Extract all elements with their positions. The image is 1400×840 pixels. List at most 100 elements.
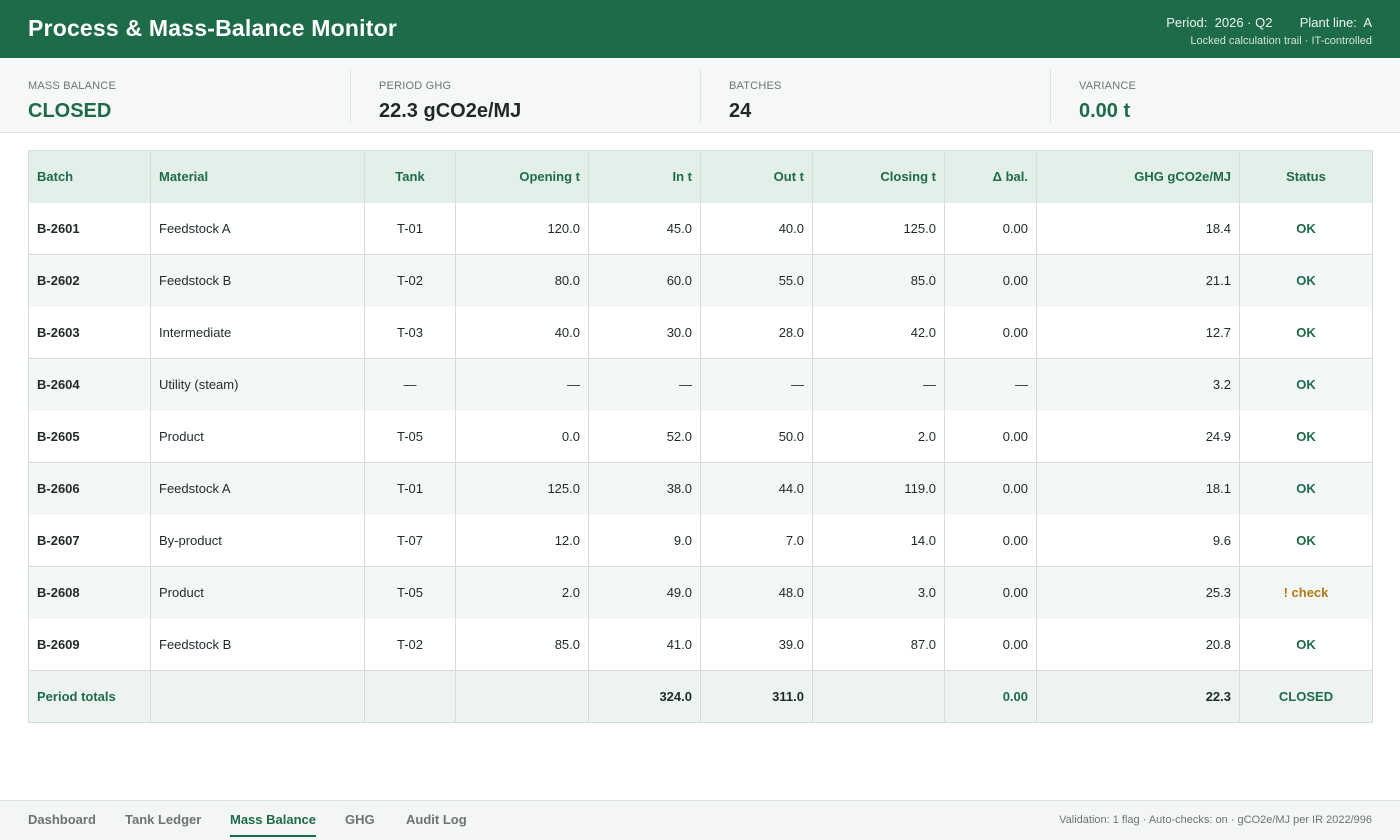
cell-material: Utility (steam) <box>150 358 365 411</box>
tab-audit-log[interactable]: Audit Log <box>406 812 467 835</box>
table-row[interactable]: B-2606 Feedstock A T-01 125.0 38.0 44.0 119.0 0… <box>28 462 1373 515</box>
cell-out: — <box>700 358 813 411</box>
kpi-value: 24 <box>729 100 752 122</box>
cell-material: Feedstock A <box>150 202 365 255</box>
cell-opening: — <box>455 358 589 411</box>
cell-in: 60.0 <box>588 254 701 307</box>
column-header-in[interactable]: In t <box>588 150 701 203</box>
column-header-batch[interactable]: Batch <box>28 150 151 203</box>
cell-material: By-product <box>150 514 365 567</box>
status-badge: OK <box>1239 618 1373 671</box>
kpi-period-ghg: PERIOD GHG 22.3 gCO2e/MJ <box>350 69 700 123</box>
status-badge[interactable]: ! check <box>1240 567 1373 619</box>
cell-tank: T-02 <box>364 618 456 671</box>
totals-out: 311.0 <box>700 670 813 723</box>
cell-tank: — <box>364 358 456 411</box>
cell-in: — <box>588 358 701 411</box>
tab-dashboard[interactable]: Dashboard <box>28 812 96 835</box>
cell-opening: 0.0 <box>455 410 589 463</box>
mass-balance-table: Batch Material Tank Opening t In t Out t… <box>28 150 1373 723</box>
column-header-tank[interactable]: Tank <box>364 150 456 203</box>
cell-opening: 85.0 <box>455 618 589 671</box>
plant-line-value[interactable]: A <box>1363 15 1372 30</box>
cell-delta: 0.00 <box>944 566 1037 619</box>
column-header-material[interactable]: Material <box>150 150 365 203</box>
cell-out: 48.0 <box>700 566 813 619</box>
cell-opening: 125.0 <box>455 462 589 515</box>
kpi-value: CLOSED <box>28 100 112 122</box>
cell-opening: 2.0 <box>455 566 589 619</box>
totals-label: Period totals <box>28 670 151 723</box>
column-header-status[interactable]: Status <box>1240 151 1373 203</box>
cell-closing: 14.0 <box>812 514 945 567</box>
cell-delta: 0.00 <box>944 618 1037 671</box>
header-meta: Period: 2026 · Q2 Plant line: A Locked c… <box>1166 15 1372 47</box>
tab-tank-ledger[interactable]: Tank Ledger <box>125 812 201 835</box>
table-row[interactable]: B-2603 Intermediate T-03 40.0 30.0 28.0 42.0 0.… <box>28 306 1373 359</box>
cell-ghg: 9.6 <box>1036 514 1240 567</box>
cell-material: Feedstock B <box>150 618 365 671</box>
cell-in: 41.0 <box>588 618 701 671</box>
tab-mass-balance[interactable]: Mass Balance <box>230 812 316 837</box>
cell-out: 28.0 <box>700 306 813 359</box>
table-row[interactable]: B-2602 Feedstock B T-02 80.0 60.0 55.0 85.0 0.0… <box>28 254 1373 307</box>
table-row[interactable]: B-2605 Product T-05 0.0 52.0 50.0 2.0 0.00 24.9 O… <box>28 410 1373 463</box>
cell-delta: 0.00 <box>944 254 1037 307</box>
totals-empty-cell <box>364 670 456 723</box>
status-badge: OK <box>1239 202 1373 255</box>
bottom-bar: Dashboard Tank Ledger Mass Balance GHG Audit… <box>0 800 1400 840</box>
cell-closing: 3.0 <box>812 566 945 619</box>
cell-batch: B-2604 <box>28 358 151 411</box>
kpi-label: BATCHES <box>729 80 782 92</box>
cell-closing: 42.0 <box>812 306 945 359</box>
cell-ghg: 24.9 <box>1036 410 1240 463</box>
cell-delta: 0.00 <box>944 410 1037 463</box>
cell-out: 55.0 <box>700 254 813 307</box>
totals-in: 324.0 <box>588 670 701 723</box>
period-label: Period: <box>1166 15 1208 30</box>
plant-line-label: Plant line: <box>1299 15 1357 30</box>
cell-opening: 40.0 <box>455 306 589 359</box>
cell-delta: 0.00 <box>944 514 1037 567</box>
column-header-out[interactable]: Out t <box>700 150 813 203</box>
cell-batch: B-2608 <box>28 566 151 619</box>
cell-out: 50.0 <box>700 410 813 463</box>
status-badge: OK <box>1239 410 1373 463</box>
cell-out: 44.0 <box>700 462 813 515</box>
cell-opening: 80.0 <box>455 254 589 307</box>
totals-status: CLOSED <box>1239 670 1373 723</box>
totals-delta: 0.00 <box>944 670 1037 723</box>
cell-material: Intermediate <box>150 306 365 359</box>
table-row[interactable]: B-2607 By-product T-07 12.0 9.0 7.0 14.0 0.00 9.… <box>28 514 1373 567</box>
table-row[interactable]: B-2604 Utility (steam) — — — — — —3.2 OK <box>28 358 1373 411</box>
kpi-value: 0.00 t <box>1079 100 1131 122</box>
kpi-value: 22.3 gCO2e/MJ <box>379 100 522 122</box>
table-row[interactable]: B-2608 Product T-05 2.0 49.0 48.0 3.0 0.00 25.3!… <box>28 566 1373 619</box>
cell-closing: 85.0 <box>812 254 945 307</box>
cell-delta: 0.00 <box>944 462 1037 515</box>
status-badge: OK <box>1296 377 1316 393</box>
cell-closing: — <box>812 358 945 411</box>
column-header-closing[interactable]: Closing t <box>812 150 945 203</box>
cell-ghg: 18.1 <box>1036 462 1240 515</box>
tab-ghg[interactable]: GHG <box>345 812 375 835</box>
calc-trail-note: Locked calculation trail · IT-controlled <box>1190 35 1372 47</box>
cell-material: Feedstock B <box>150 254 365 307</box>
totals-ghg: 22.3 <box>1036 670 1240 723</box>
table-row[interactable]: B-2609 Feedstock B T-02 85.0 41.0 39.0 87.0 0.0… <box>28 618 1373 671</box>
cell-delta: — <box>944 358 1037 411</box>
kpi-label: VARIANCE <box>1079 80 1137 92</box>
kpi-strip: MASS BALANCE CLOSED PERIOD GHG 22.3 gCO2… <box>0 58 1400 133</box>
column-header-ghg[interactable]: GHG gCO2e/MJ <box>1036 150 1240 203</box>
period-value[interactable]: 2026 · Q2 <box>1215 15 1273 30</box>
column-header-delta[interactable]: Δ bal. <box>944 150 1037 203</box>
validation-status: Validation: 1 flag · Auto-checks: on · g… <box>1059 814 1372 826</box>
cell-ghg: 21.1 <box>1036 254 1240 307</box>
cell-tank: T-01 <box>364 202 456 255</box>
column-header-opening[interactable]: Opening t <box>455 150 589 203</box>
cell-batch: B-2609 <box>28 618 151 671</box>
cell-out: 39.0 <box>700 618 813 671</box>
cell-delta: 0.00 <box>944 202 1037 255</box>
cell-closing: 2.0 <box>812 410 945 463</box>
table-row[interactable]: B-2601 Feedstock A T-01 120.0 45.0 40.0 125.0 0… <box>28 202 1373 255</box>
